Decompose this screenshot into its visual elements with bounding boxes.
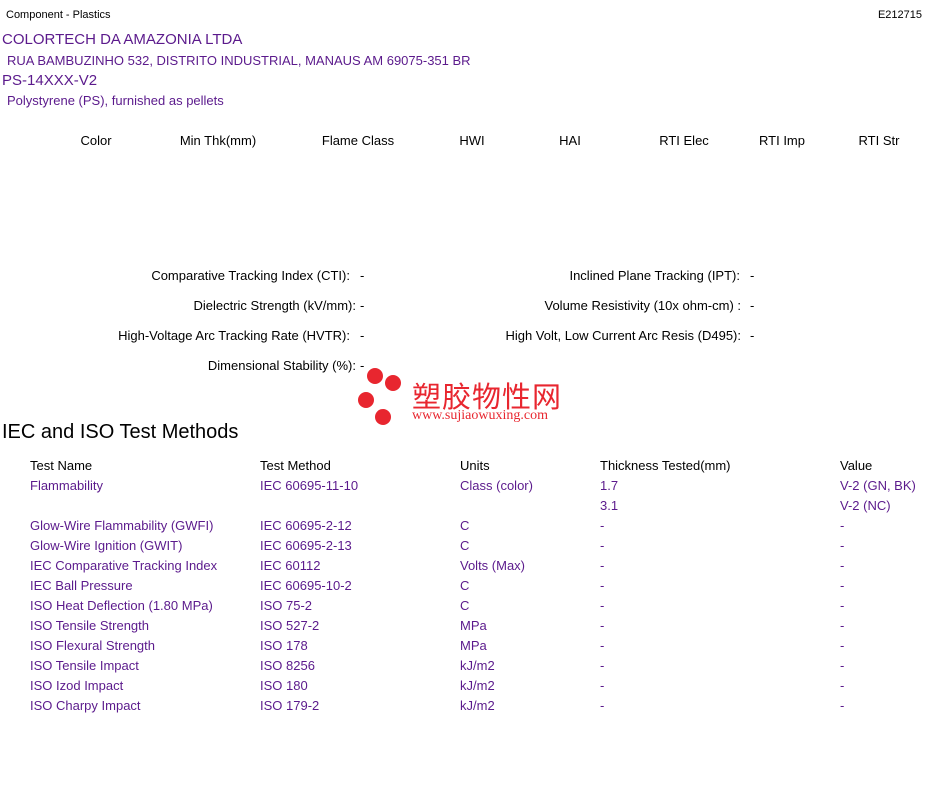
thickness-cell: 3.1: [600, 498, 619, 513]
thickness-cell: -: [600, 698, 605, 713]
test-name-cell: Glow-Wire Ignition (GWIT): [30, 538, 183, 553]
header-thickness: Thickness Tested(mm): [600, 458, 731, 473]
test-method-cell: ISO 527-2: [260, 618, 320, 633]
iec-section-title: IEC and ISO Test Methods: [2, 421, 239, 443]
value-cell: -: [840, 698, 845, 713]
hvtr-value: -: [360, 328, 365, 343]
test-name-cell: IEC Ball Pressure: [30, 578, 133, 593]
header-units: Units: [460, 458, 490, 473]
thickness-cell: -: [600, 578, 605, 593]
test-name-cell: ISO Izod Impact: [30, 678, 124, 693]
thickness-cell: -: [600, 678, 605, 693]
value-cell: -: [840, 518, 845, 533]
test-name-cell: ISO Tensile Strength: [30, 618, 149, 633]
d495-value: -: [750, 328, 755, 343]
volume-resistivity-value: -: [750, 298, 755, 313]
watermark-url: www.sujiaowuxing.com: [412, 408, 548, 423]
thickness-cell: -: [600, 598, 605, 613]
product-description: Polystyrene (PS), furnished as pellets: [7, 93, 224, 108]
thickness-cell: -: [600, 618, 605, 633]
dimensional-stability-label: Dimensional Stability (%):: [207, 358, 356, 373]
test-method-cell: ISO 178: [260, 638, 308, 653]
thickness-cell: -: [600, 558, 605, 573]
test-method-cell: ISO 8256: [260, 658, 315, 673]
test-name-cell: Flammability: [30, 478, 103, 493]
ipt-value: -: [750, 268, 755, 283]
ratings-header-color: Color: [80, 133, 112, 148]
thickness-cell: -: [600, 538, 605, 553]
company-name: COLORTECH DA AMAZONIA LTDA: [2, 31, 243, 48]
value-cell: -: [840, 598, 845, 613]
units-cell: C: [460, 578, 470, 593]
units-cell: kJ/m2: [460, 698, 495, 713]
value-cell: -: [840, 638, 845, 653]
units-cell: Volts (Max): [460, 558, 526, 573]
test-method-cell: ISO 180: [260, 678, 308, 693]
value-cell: -: [840, 678, 845, 693]
test-method-cell: IEC 60695-2-12: [260, 518, 352, 533]
units-cell: MPa: [460, 618, 487, 633]
volume-resistivity-label: Volume Resistivity (10x ohm-cm) :: [544, 298, 742, 313]
value-cell: -: [840, 658, 845, 673]
test-method-cell: IEC 60695-10-2: [260, 578, 352, 593]
units-cell: MPa: [460, 638, 487, 653]
value-cell: V-2 (NC): [840, 498, 891, 513]
thickness-cell: -: [600, 658, 605, 673]
units-cell: Class (color): [460, 478, 533, 493]
header-test-method: Test Method: [260, 458, 331, 473]
units-cell: C: [460, 518, 470, 533]
units-cell: kJ/m2: [460, 658, 495, 673]
test-name-cell: ISO Tensile Impact: [30, 658, 139, 673]
header-test-name: Test Name: [30, 458, 93, 473]
thickness-cell: -: [600, 518, 605, 533]
test-method-cell: ISO 75-2: [260, 598, 313, 613]
units-cell: C: [460, 538, 470, 553]
thickness-cell: 1.7: [600, 478, 619, 493]
dielectric-value: -: [360, 298, 365, 313]
test-method-cell: IEC 60695-2-13: [260, 538, 352, 553]
test-method-cell: IEC 60695-11-10: [260, 478, 359, 493]
value-cell: -: [840, 618, 845, 633]
ratings-header-min-thk: Min Thk(mm): [179, 133, 257, 148]
test-name-cell: Glow-Wire Flammability (GWFI): [30, 518, 214, 533]
file-number: E212715: [877, 9, 922, 21]
cti-label: Comparative Tracking Index (CTI):: [151, 268, 350, 283]
units-cell: C: [460, 598, 470, 613]
document-category: Component - Plastics: [6, 9, 111, 21]
company-address: RUA BAMBUZINHO 532, DISTRITO INDUSTRIAL,…: [7, 53, 471, 68]
d495-label: High Volt, Low Current Arc Resis (D495):: [505, 328, 741, 343]
value-cell: -: [840, 578, 845, 593]
dielectric-label: Dielectric Strength (kV/mm):: [193, 298, 356, 313]
hvtr-label: High-Voltage Arc Tracking Rate (HVTR):: [118, 328, 350, 343]
ratings-header-rti-str: RTI Str: [858, 133, 900, 148]
thickness-cell: -: [600, 638, 605, 653]
ratings-header-flame-class: Flame Class: [321, 133, 395, 148]
value-cell: V-2 (GN, BK): [840, 478, 916, 493]
units-cell: kJ/m2: [460, 678, 495, 693]
product-grade: PS-14XXX-V2: [2, 72, 98, 89]
value-cell: -: [840, 558, 845, 573]
dots-logo-icon: [358, 368, 401, 425]
test-name-cell: IEC Comparative Tracking Index: [30, 558, 218, 573]
test-method-cell: ISO 179-2: [260, 698, 320, 713]
cti-value: -: [360, 268, 365, 283]
test-name-cell: ISO Charpy Impact: [30, 698, 141, 713]
ipt-label: Inclined Plane Tracking (IPT):: [569, 268, 740, 283]
test-method-cell: IEC 60112: [260, 558, 321, 573]
header-value: Value: [840, 458, 873, 473]
value-cell: -: [840, 538, 845, 553]
ratings-header-hai: HAI: [559, 133, 581, 148]
test-name-cell: ISO Heat Deflection (1.80 MPa): [30, 598, 213, 613]
watermark-logo: 塑胶物性网 www.sujiaowuxing.com: [356, 366, 596, 428]
test-name-cell: ISO Flexural Strength: [30, 638, 155, 653]
